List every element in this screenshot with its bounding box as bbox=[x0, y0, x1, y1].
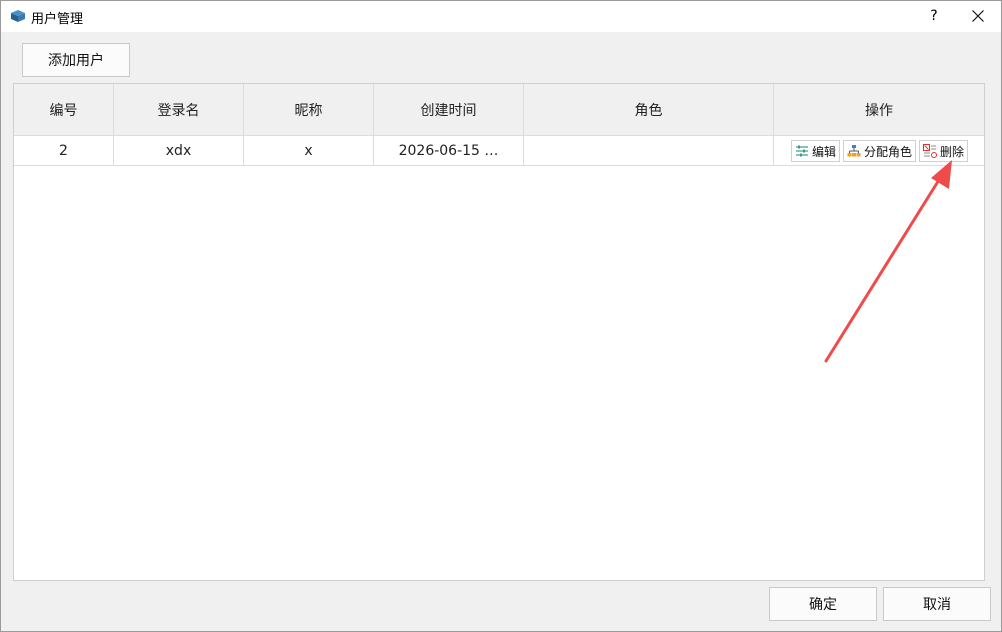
app-cube-icon bbox=[10, 9, 26, 23]
column-header-actions[interactable]: 操作 bbox=[774, 84, 984, 136]
edit-button-label: 编辑 bbox=[812, 144, 837, 159]
close-icon bbox=[972, 10, 984, 22]
close-button[interactable] bbox=[961, 3, 995, 29]
cell-actions: 编辑 分配角色 删除 bbox=[774, 136, 984, 165]
help-button[interactable]: ? bbox=[919, 3, 949, 29]
column-header-login[interactable]: 登录名 bbox=[114, 84, 244, 136]
assign-role-button[interactable]: 分配角色 bbox=[843, 140, 917, 162]
column-header-id[interactable]: 编号 bbox=[14, 84, 114, 136]
title-bar: 用户管理 ? bbox=[1, 1, 1001, 32]
window-title: 用户管理 bbox=[31, 12, 84, 27]
user-table: 编号 登录名 昵称 创建时间 角色 操作 2 xdx x 2026-06-15 … bbox=[13, 83, 985, 581]
ok-button[interactable]: 确定 bbox=[769, 587, 877, 621]
cell-nickname: x bbox=[244, 136, 374, 165]
table-header: 编号 登录名 昵称 创建时间 角色 操作 bbox=[14, 84, 984, 136]
cancel-button[interactable]: 取消 bbox=[883, 587, 991, 621]
cell-id: 2 bbox=[14, 136, 114, 165]
table-row[interactable]: 2 xdx x 2026-06-15 … 编辑 分配角色 删除 bbox=[14, 136, 984, 166]
edit-button[interactable]: 编辑 bbox=[791, 140, 841, 162]
cell-login: xdx bbox=[114, 136, 244, 165]
delete-list-icon bbox=[923, 144, 937, 158]
column-header-created[interactable]: 创建时间 bbox=[374, 84, 524, 136]
org-chart-icon bbox=[847, 144, 861, 158]
add-user-button[interactable]: 添加用户 bbox=[22, 43, 130, 77]
assign-role-button-label: 分配角色 bbox=[864, 144, 913, 159]
cell-role bbox=[524, 136, 774, 165]
delete-button[interactable]: 删除 bbox=[919, 140, 969, 162]
column-header-nickname[interactable]: 昵称 bbox=[244, 84, 374, 136]
sliders-icon bbox=[795, 144, 809, 158]
cell-created: 2026-06-15 … bbox=[374, 136, 524, 165]
column-header-role[interactable]: 角色 bbox=[524, 84, 774, 136]
delete-button-label: 删除 bbox=[940, 144, 965, 159]
user-management-dialog: 用户管理 ? 添加用户 编号 登录名 昵称 创建时间 角色 操作 2 xdx x… bbox=[0, 0, 1002, 632]
